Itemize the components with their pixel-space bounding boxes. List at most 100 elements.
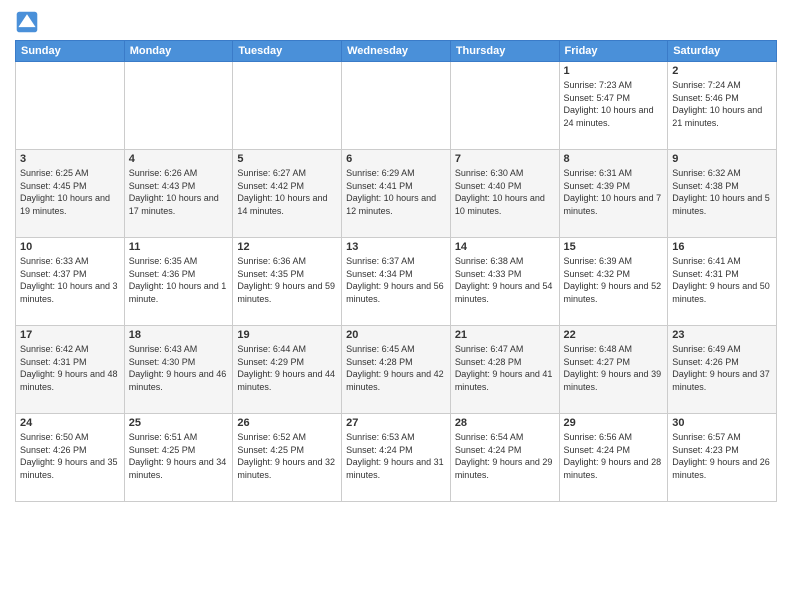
day-number: 24: [20, 417, 120, 429]
calendar-cell: 27Sunrise: 6:53 AM Sunset: 4:24 PM Dayli…: [342, 414, 451, 502]
calendar-cell: [342, 62, 451, 150]
calendar-header: SundayMondayTuesdayWednesdayThursdayFrid…: [16, 41, 777, 62]
day-info: Sunrise: 6:56 AM Sunset: 4:24 PM Dayligh…: [564, 431, 664, 481]
calendar-cell: 15 Sunrise: 6:39 AM Sunset: 4:32 PM Dayli…: [559, 238, 668, 326]
header: [15, 10, 777, 34]
day-info: Sunrise: 7:23 AM Sunset: 5:47 PM Dayligh…: [564, 79, 664, 129]
logo: [15, 10, 43, 34]
day-info: Sunrise: 6:35 AM Sunset: 4:36 PM Dayligh…: [129, 255, 229, 305]
day-number: 5: [237, 153, 337, 165]
day-number: 1: [564, 65, 664, 77]
calendar-cell: 20 Sunrise: 6:45 AM Sunset: 4:28 PM Dayli…: [342, 326, 451, 414]
calendar-cell: 21 Sunrise: 6:47 AM Sunset: 4:28 PM Dayli…: [450, 326, 559, 414]
day-info: Sunrise: 6:39 AM Sunset: 4:32 PM Dayligh…: [564, 255, 664, 305]
day-info: Sunrise: 6:31 AM Sunset: 4:39 PM Dayligh…: [564, 167, 664, 217]
calendar-cell: 29 Sunrise: 6:56 AM Sunset: 4:24 PM Dayli…: [559, 414, 668, 502]
day-info: Sunrise: 6:27 AM Sunset: 4:42 PM Dayligh…: [237, 167, 337, 217]
weekday-header: Monday: [124, 41, 233, 62]
day-info: Sunrise: 6:42 AM Sunset: 4:31 PM Dayligh…: [20, 343, 120, 393]
day-number: 27: [346, 417, 446, 429]
calendar-cell: [450, 62, 559, 150]
calendar-cell: 26 Sunrise: 6:52 AM Sunset: 4:25 PM Dayli…: [233, 414, 342, 502]
calendar-cell: 12Sunrise: 6:36 AM Sunset: 4:35 PM Dayli…: [233, 238, 342, 326]
day-info: Sunrise: 6:51 AM Sunset: 4:25 PM Dayligh…: [129, 431, 229, 481]
weekday-header: Saturday: [668, 41, 777, 62]
day-number: 25: [129, 417, 229, 429]
day-number: 11: [129, 241, 229, 253]
calendar-cell: 3 Sunrise: 6:25 AM Sunset: 4:45 PM Daylig…: [16, 150, 125, 238]
day-number: 8: [564, 153, 664, 165]
day-info: Sunrise: 6:44 AM Sunset: 4:29 PM Dayligh…: [237, 343, 337, 393]
calendar-cell: 22Sunrise: 6:48 AM Sunset: 4:27 PM Dayli…: [559, 326, 668, 414]
calendar-cell: 7 Sunrise: 6:30 AM Sunset: 4:40 PM Daylig…: [450, 150, 559, 238]
day-info: Sunrise: 6:45 AM Sunset: 4:28 PM Dayligh…: [346, 343, 446, 393]
day-number: 6: [346, 153, 446, 165]
weekday-header: Thursday: [450, 41, 559, 62]
day-info: Sunrise: 6:49 AM Sunset: 4:26 PM Dayligh…: [672, 343, 772, 393]
day-number: 22: [564, 329, 664, 341]
day-number: 23: [672, 329, 772, 341]
day-info: Sunrise: 7:24 AM Sunset: 5:46 PM Dayligh…: [672, 79, 772, 129]
day-info: Sunrise: 6:57 AM Sunset: 4:23 PM Dayligh…: [672, 431, 772, 481]
calendar-cell: 9 Sunrise: 6:32 AM Sunset: 4:38 PM Daylig…: [668, 150, 777, 238]
day-number: 29: [564, 417, 664, 429]
calendar-cell: [16, 62, 125, 150]
day-info: Sunrise: 6:43 AM Sunset: 4:30 PM Dayligh…: [129, 343, 229, 393]
day-info: Sunrise: 6:29 AM Sunset: 4:41 PM Dayligh…: [346, 167, 446, 217]
calendar-cell: 30Sunrise: 6:57 AM Sunset: 4:23 PM Dayli…: [668, 414, 777, 502]
calendar-cell: 14 Sunrise: 6:38 AM Sunset: 4:33 PM Dayli…: [450, 238, 559, 326]
day-number: 13: [346, 241, 446, 253]
day-number: 21: [455, 329, 555, 341]
day-number: 26: [237, 417, 337, 429]
calendar-cell: [233, 62, 342, 150]
calendar-week-row: 1 Sunrise: 7:23 AM Sunset: 5:47 PM Daylig…: [16, 62, 777, 150]
day-info: Sunrise: 6:38 AM Sunset: 4:33 PM Dayligh…: [455, 255, 555, 305]
calendar-cell: 5 Sunrise: 6:27 AM Sunset: 4:42 PM Daylig…: [233, 150, 342, 238]
calendar-cell: 17 Sunrise: 6:42 AM Sunset: 4:31 PM Dayli…: [16, 326, 125, 414]
weekday-row: SundayMondayTuesdayWednesdayThursdayFrid…: [16, 41, 777, 62]
calendar-cell: 13Sunrise: 6:37 AM Sunset: 4:34 PM Dayli…: [342, 238, 451, 326]
day-info: Sunrise: 6:41 AM Sunset: 4:31 PM Dayligh…: [672, 255, 772, 305]
calendar-cell: 25 Sunrise: 6:51 AM Sunset: 4:25 PM Dayli…: [124, 414, 233, 502]
day-info: Sunrise: 6:52 AM Sunset: 4:25 PM Dayligh…: [237, 431, 337, 481]
calendar-cell: [124, 62, 233, 150]
calendar-cell: 23 Sunrise: 6:49 AM Sunset: 4:26 PM Dayli…: [668, 326, 777, 414]
calendar-week-row: 24Sunrise: 6:50 AM Sunset: 4:26 PM Dayli…: [16, 414, 777, 502]
calendar-cell: 8 Sunrise: 6:31 AM Sunset: 4:39 PM Daylig…: [559, 150, 668, 238]
day-number: 28: [455, 417, 555, 429]
calendar-cell: 6 Sunrise: 6:29 AM Sunset: 4:41 PM Daylig…: [342, 150, 451, 238]
day-info: Sunrise: 6:32 AM Sunset: 4:38 PM Dayligh…: [672, 167, 772, 217]
calendar-week-row: 3 Sunrise: 6:25 AM Sunset: 4:45 PM Daylig…: [16, 150, 777, 238]
calendar: SundayMondayTuesdayWednesdayThursdayFrid…: [15, 40, 777, 502]
day-number: 2: [672, 65, 772, 77]
calendar-cell: 2 Sunrise: 7:24 AM Sunset: 5:46 PM Daylig…: [668, 62, 777, 150]
weekday-header: Tuesday: [233, 41, 342, 62]
day-number: 15: [564, 241, 664, 253]
weekday-header: Sunday: [16, 41, 125, 62]
calendar-cell: 10 Sunrise: 6:33 AM Sunset: 4:37 PM Dayli…: [16, 238, 125, 326]
day-info: Sunrise: 6:30 AM Sunset: 4:40 PM Dayligh…: [455, 167, 555, 217]
day-number: 9: [672, 153, 772, 165]
calendar-cell: 16Sunrise: 6:41 AM Sunset: 4:31 PM Dayli…: [668, 238, 777, 326]
day-number: 12: [237, 241, 337, 253]
day-number: 14: [455, 241, 555, 253]
day-number: 7: [455, 153, 555, 165]
page: SundayMondayTuesdayWednesdayThursdayFrid…: [0, 0, 792, 612]
day-info: Sunrise: 6:25 AM Sunset: 4:45 PM Dayligh…: [20, 167, 120, 217]
day-info: Sunrise: 6:33 AM Sunset: 4:37 PM Dayligh…: [20, 255, 120, 305]
day-number: 17: [20, 329, 120, 341]
calendar-cell: 24Sunrise: 6:50 AM Sunset: 4:26 PM Dayli…: [16, 414, 125, 502]
day-info: Sunrise: 6:26 AM Sunset: 4:43 PM Dayligh…: [129, 167, 229, 217]
calendar-cell: 1 Sunrise: 7:23 AM Sunset: 5:47 PM Daylig…: [559, 62, 668, 150]
day-number: 19: [237, 329, 337, 341]
calendar-cell: 19 Sunrise: 6:44 AM Sunset: 4:29 PM Dayli…: [233, 326, 342, 414]
day-number: 10: [20, 241, 120, 253]
calendar-cell: 11 Sunrise: 6:35 AM Sunset: 4:36 PM Dayli…: [124, 238, 233, 326]
calendar-week-row: 17 Sunrise: 6:42 AM Sunset: 4:31 PM Dayli…: [16, 326, 777, 414]
day-info: Sunrise: 6:54 AM Sunset: 4:24 PM Dayligh…: [455, 431, 555, 481]
day-info: Sunrise: 6:47 AM Sunset: 4:28 PM Dayligh…: [455, 343, 555, 393]
weekday-header: Wednesday: [342, 41, 451, 62]
day-number: 20: [346, 329, 446, 341]
day-number: 3: [20, 153, 120, 165]
logo-icon: [15, 10, 39, 34]
